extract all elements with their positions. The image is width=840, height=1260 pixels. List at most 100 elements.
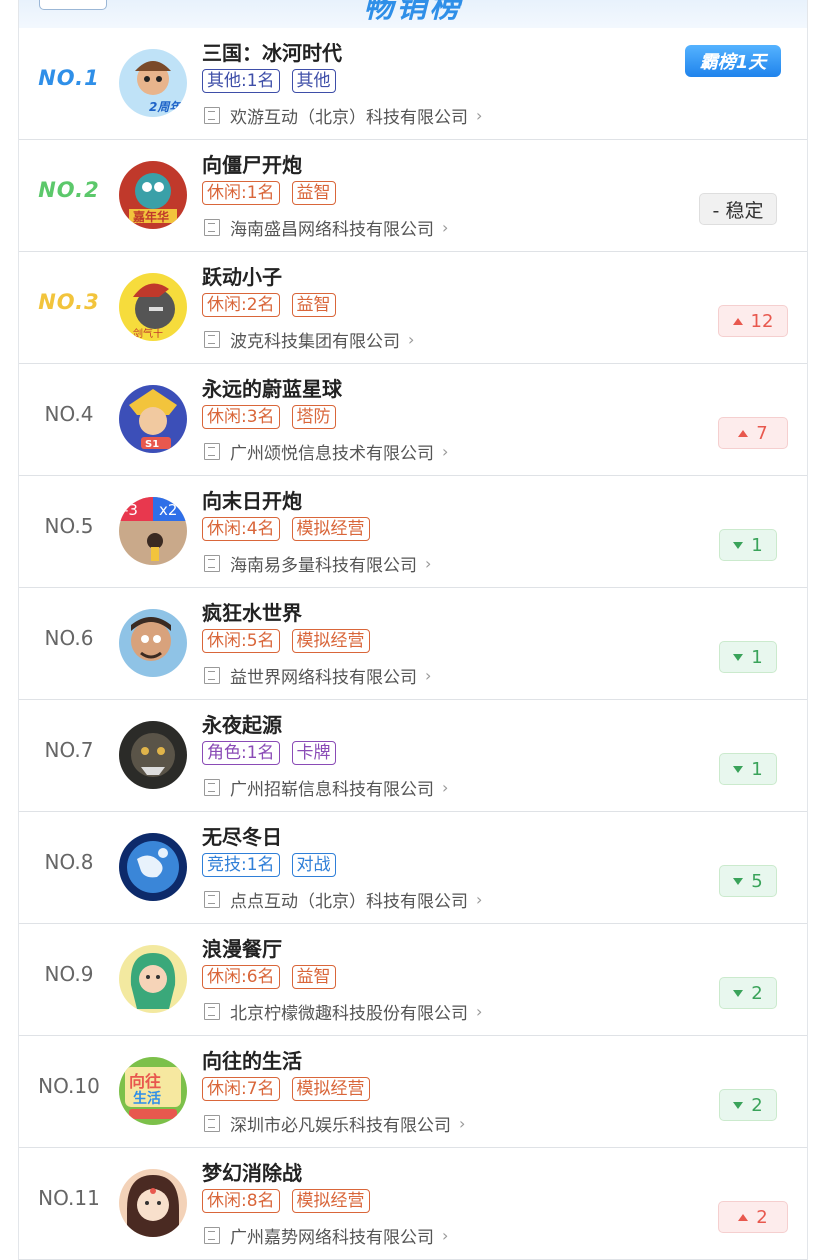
game-name[interactable]: 三国：冰河时代: [202, 37, 342, 66]
genre-tag[interactable]: 益智: [291, 293, 336, 317]
chevron-right-icon: ›: [425, 666, 432, 685]
genre-tag[interactable]: 益智: [291, 181, 336, 205]
company-name: 点点互动（北京）科技有限公司: [230, 892, 468, 912]
chevron-right-icon: ›: [442, 1226, 449, 1245]
svg-text:嘉年华: 嘉年华: [132, 209, 169, 224]
list-item[interactable]: NO.7 永夜起源 角色:1名 卡牌 广州招崭信息科技有限公司 › 1: [19, 700, 807, 812]
category-tag[interactable]: 休闲:7名: [202, 1077, 280, 1101]
category-tag[interactable]: 竞技:1名: [202, 853, 280, 877]
company-link[interactable]: 益世界网络科技有限公司 ›: [204, 663, 431, 688]
game-icon-zombie[interactable]: 嘉年华: [119, 161, 187, 229]
game-icon-globe[interactable]: [119, 833, 187, 901]
company-name: 广州招崭信息科技有限公司: [230, 780, 434, 800]
list-item[interactable]: NO.11 梦幻消除战 休闲:8名 模拟经营 广州嘉势网络科技有限公司 › 2: [19, 1148, 807, 1260]
company-name: 海南易多量科技有限公司: [230, 556, 417, 576]
arrow-down-icon: [733, 541, 744, 549]
company-link[interactable]: 欢游互动（北京）科技有限公司 ›: [204, 103, 482, 128]
list-item[interactable]: NO.3 剑气十 跃动小子 休闲:2名 益智 波克科技集团有限公司 › 12: [19, 252, 807, 364]
company-name: 深圳市必凡娱乐科技有限公司: [230, 1116, 451, 1136]
list-item[interactable]: NO.5 -3 x2 向末日开炮 休闲:4名 模拟经营 海南易多量科技有限公司 ›…: [19, 476, 807, 588]
building-icon: [204, 555, 220, 572]
list-item[interactable]: NO.2 嘉年华 向僵尸开炮 休闲:1名 益智 海南盛昌网络科技有限公司 › -…: [19, 140, 807, 252]
arrow-up-icon: [738, 1213, 749, 1221]
company-link[interactable]: 海南盛昌网络科技有限公司 ›: [204, 215, 448, 240]
company-link[interactable]: 点点互动（北京）科技有限公司 ›: [204, 887, 482, 912]
category-tag[interactable]: 休闲:3名: [202, 405, 280, 429]
company-link[interactable]: 海南易多量科技有限公司 ›: [204, 551, 431, 576]
game-name[interactable]: 永夜起源: [202, 709, 282, 738]
list-item[interactable]: NO.1 2周年 三国：冰河时代 其他:1名 其他 欢游互动（北京）科技有限公司…: [19, 28, 807, 140]
game-name[interactable]: 向僵尸开炮: [202, 149, 302, 178]
game-icon-girl[interactable]: [119, 945, 187, 1013]
building-icon: [204, 1003, 220, 1020]
company-link[interactable]: 波克科技集团有限公司 ›: [204, 327, 414, 352]
game-icon-beast[interactable]: [119, 721, 187, 789]
list-item[interactable]: NO.10 向往 生活 向往的生活 休闲:7名 模拟经营 深圳市必凡娱乐科技有限公…: [19, 1036, 807, 1148]
company-name: 北京柠檬微趣科技股份有限公司: [230, 1004, 468, 1024]
genre-tag[interactable]: 益智: [291, 965, 336, 989]
category-tag[interactable]: 休闲:6名: [202, 965, 280, 989]
game-name[interactable]: 浪漫餐厅: [202, 933, 282, 962]
category-tag[interactable]: 角色:1名: [202, 741, 280, 765]
trend-badge: 2: [719, 1089, 777, 1121]
list-item[interactable]: NO.4 S1 永远的蔚蓝星球 休闲:3名 塔防 广州颂悦信息技术有限公司 › …: [19, 364, 807, 476]
genre-tag[interactable]: 模拟经营: [291, 517, 370, 541]
list-item[interactable]: NO.9 浪漫餐厅 休闲:6名 益智 北京柠檬微趣科技股份有限公司 › 2: [19, 924, 807, 1036]
chevron-right-icon: ›: [476, 106, 483, 125]
game-icon-pirate[interactable]: [119, 609, 187, 677]
genre-tag[interactable]: 卡牌: [291, 741, 336, 765]
genre-tag[interactable]: 其他: [291, 69, 336, 93]
game-name[interactable]: 向末日开炮: [202, 485, 302, 514]
list-header: 畅销榜: [18, 0, 808, 28]
genre-tag[interactable]: 模拟经营: [291, 1189, 370, 1213]
chevron-right-icon: ›: [442, 778, 449, 797]
game-icon-sanguo[interactable]: 2周年: [119, 49, 187, 117]
arrow-down-icon: [733, 877, 744, 885]
genre-tag[interactable]: 模拟经营: [291, 629, 370, 653]
game-icon-doomsday[interactable]: -3 x2: [119, 497, 187, 565]
game-name[interactable]: 跃动小子: [202, 261, 282, 290]
game-icon-warrior[interactable]: 剑气十: [119, 273, 187, 341]
game-icon-life[interactable]: 向往 生活: [119, 1057, 187, 1125]
rank-label: NO.4: [44, 402, 94, 426]
category-tag[interactable]: 休闲:4名: [202, 517, 280, 541]
genre-tag[interactable]: 对战: [291, 853, 336, 877]
category-tag[interactable]: 休闲:5名: [202, 629, 280, 653]
rank-label: NO.7: [44, 738, 94, 762]
trend-badge: 霸榜1天: [685, 45, 781, 77]
game-name[interactable]: 向往的生活: [202, 1045, 302, 1074]
rank-label: NO.1: [38, 66, 100, 90]
company-link[interactable]: 广州招崭信息科技有限公司 ›: [204, 775, 448, 800]
genre-tag[interactable]: 模拟经营: [291, 1077, 370, 1101]
svg-text:-3: -3: [123, 501, 138, 519]
trend-badge: 2: [718, 1201, 788, 1233]
rank-label: NO.6: [44, 626, 94, 650]
company-link[interactable]: 北京柠檬微趣科技股份有限公司 ›: [204, 999, 482, 1024]
game-name[interactable]: 无尽冬日: [202, 821, 282, 850]
arrow-down-icon: [733, 1101, 744, 1109]
company-link[interactable]: 深圳市必凡娱乐科技有限公司 ›: [204, 1111, 465, 1136]
trend-badge: 12: [718, 305, 788, 337]
trend-badge: 1: [719, 753, 777, 785]
list-item[interactable]: NO.6 疯狂水世界 休闲:5名 模拟经营 益世界网络科技有限公司 › 1: [19, 588, 807, 700]
category-tag[interactable]: 其他:1名: [202, 69, 280, 93]
chevron-right-icon: ›: [425, 554, 432, 573]
game-name[interactable]: 永远的蔚蓝星球: [202, 373, 342, 402]
rank-label: NO.11: [38, 1186, 100, 1210]
game-icon-princess[interactable]: [119, 1169, 187, 1237]
company-link[interactable]: 广州嘉势网络科技有限公司 ›: [204, 1223, 448, 1248]
game-name[interactable]: 梦幻消除战: [202, 1157, 302, 1186]
game-name[interactable]: 疯狂水世界: [202, 597, 302, 626]
svg-text:向往: 向往: [129, 1072, 161, 1091]
category-tag[interactable]: 休闲:1名: [202, 181, 280, 205]
category-tag[interactable]: 休闲:8名: [202, 1189, 280, 1213]
genre-tag[interactable]: 塔防: [291, 405, 336, 429]
chevron-right-icon: ›: [442, 218, 449, 237]
game-icon-hero[interactable]: S1: [119, 385, 187, 453]
trend-badge: 2: [719, 977, 777, 1009]
list-item[interactable]: NO.8 无尽冬日 竞技:1名 对战 点点互动（北京）科技有限公司 › 5: [19, 812, 807, 924]
category-tag[interactable]: 休闲:2名: [202, 293, 280, 317]
rank-label: NO.8: [44, 850, 94, 874]
chevron-right-icon: ›: [408, 330, 415, 349]
company-link[interactable]: 广州颂悦信息技术有限公司 ›: [204, 439, 448, 464]
